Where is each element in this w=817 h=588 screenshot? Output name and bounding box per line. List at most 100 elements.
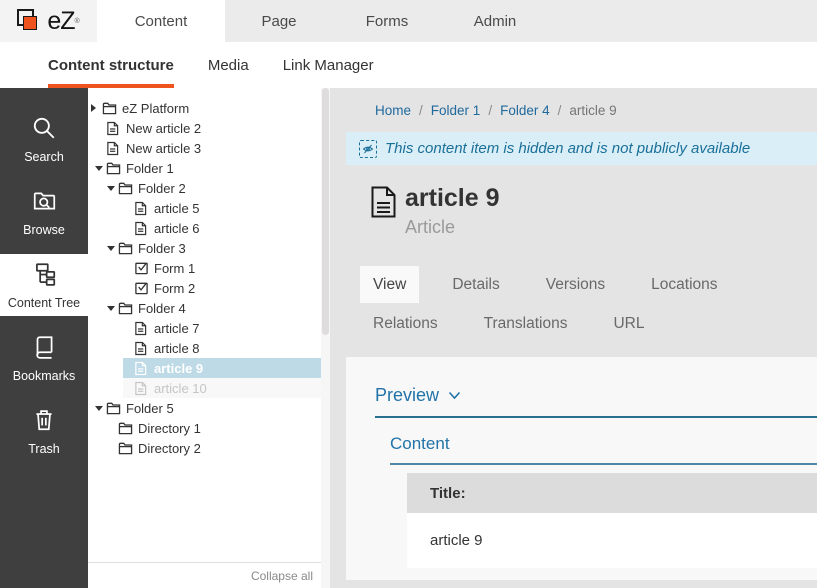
page-header: article 9 Article (370, 183, 817, 238)
tree-item-article-9[interactable]: article 9 (123, 358, 321, 378)
ez-logo[interactable]: eZ ® (0, 0, 97, 42)
browse-icon (31, 188, 58, 223)
article-icon (106, 141, 121, 156)
sidebar-item-search[interactable]: Search (0, 108, 88, 170)
tab-details[interactable]: Details (439, 266, 512, 303)
tree-item-label: Folder 1 (126, 161, 174, 176)
sidebar-item-trash[interactable]: Trash (0, 400, 88, 462)
field-value: article 9 (407, 513, 817, 568)
tree-item-article-5[interactable]: article 5 (123, 198, 321, 218)
breadcrumb-separator: / (419, 103, 423, 118)
top-bar: eZ ® ContentPageFormsAdmin (0, 0, 817, 42)
tree-item-ez-platform[interactable]: eZ Platform (91, 98, 321, 118)
tree-scrollbar-thumb[interactable] (322, 88, 329, 335)
content-tree-list: eZ Platform New article 2 New article 3 Fol… (88, 98, 330, 458)
page-title-block: article 9 Article (405, 183, 500, 238)
tree-item-label: Folder 2 (138, 181, 186, 196)
search-icon (31, 115, 57, 150)
content-fieldgroup-heading: Content (390, 434, 817, 454)
tree-item-label: Folder 3 (138, 241, 186, 256)
tab-translations[interactable]: Translations (471, 305, 581, 342)
tree-item-folder-3[interactable]: Folder 3 (107, 238, 321, 258)
folder-icon (102, 101, 117, 115)
tree-expanded-arrow-icon[interactable] (107, 246, 118, 251)
tree-expanded-arrow-icon[interactable] (107, 306, 118, 311)
secondary-tab-link-manager[interactable]: Link Manager (283, 42, 374, 88)
content-tab-bar: View Details Versions Locations Relations Tra… (360, 266, 817, 342)
body-row: Search Browse Content Tree Bookmarks Trash e… (0, 88, 817, 588)
tab-relations[interactable]: Relations (360, 305, 451, 342)
bookmarks-icon (31, 334, 57, 369)
tree-item-form-2[interactable]: Form 2 (123, 278, 321, 298)
breadcrumb-separator: / (488, 103, 492, 118)
hidden-notice-text: This content item is hidden and is not p… (385, 140, 750, 157)
article-icon (134, 381, 149, 396)
tree-item-label: article 6 (154, 221, 200, 236)
breadcrumb-link-folder-4[interactable]: Folder 4 (500, 103, 550, 118)
form-icon (134, 281, 149, 295)
secondary-nav: Content structure Media Link Manager (0, 42, 817, 88)
primary-tab-page[interactable]: Page (225, 0, 333, 42)
sidebar-item-browse[interactable]: Browse (0, 181, 88, 243)
secondary-tab-media[interactable]: Media (208, 42, 249, 88)
preview-toggle[interactable]: Preview (375, 385, 817, 406)
content-divider (390, 463, 817, 465)
trash-icon (31, 407, 57, 442)
tree-item-label: Directory 1 (138, 421, 201, 436)
sidebar-item-label: Search (24, 150, 64, 164)
tree-item-form-1[interactable]: Form 1 (123, 258, 321, 278)
sidebar-item-bookmarks[interactable]: Bookmarks (0, 327, 88, 389)
article-icon (106, 121, 121, 136)
tree-item-label: Form 2 (154, 281, 195, 296)
sidebar-item-content-tree[interactable]: Content Tree (0, 254, 88, 316)
tree-item-folder-1[interactable]: Folder 1 (95, 158, 321, 178)
folder-icon (118, 181, 133, 195)
tree-item-folder-4[interactable]: Folder 4 (107, 298, 321, 318)
tab-url[interactable]: URL (600, 305, 657, 342)
tree-item-label: Folder 5 (126, 401, 174, 416)
tab-view[interactable]: View (360, 266, 419, 303)
folder-icon (106, 401, 121, 415)
article-icon (134, 201, 149, 216)
tree-item-label: article 10 (154, 381, 207, 396)
collapse-all-button[interactable]: Collapse all (251, 569, 313, 583)
tree-item-label: New article 3 (126, 141, 201, 156)
tree-item-directory-2[interactable]: Directory 2 (107, 438, 321, 458)
left-sidebar: Search Browse Content Tree Bookmarks Trash (0, 88, 88, 588)
tree-item-label: article 9 (154, 361, 203, 376)
primary-tab-forms[interactable]: Forms (333, 0, 441, 42)
breadcrumb-current: article 9 (569, 103, 616, 118)
tree-expanded-arrow-icon[interactable] (95, 166, 106, 171)
secondary-tab-content-structure[interactable]: Content structure (48, 42, 174, 88)
breadcrumb-link-folder-1[interactable]: Folder 1 (431, 103, 481, 118)
tree-item-new-article-3[interactable]: New article 3 (95, 138, 321, 158)
tree-item-directory-1[interactable]: Directory 1 (107, 418, 321, 438)
tree-item-label: New article 2 (126, 121, 201, 136)
tree-expanded-arrow-icon[interactable] (95, 406, 106, 411)
tree-item-folder-5[interactable]: Folder 5 (95, 398, 321, 418)
breadcrumb-separator: / (558, 103, 562, 118)
hidden-content-notice: This content item is hidden and is not p… (346, 132, 817, 165)
tree-item-article-8[interactable]: article 8 (123, 338, 321, 358)
tree-item-article-10[interactable]: article 10 (123, 378, 321, 398)
tree-item-folder-2[interactable]: Folder 2 (107, 178, 321, 198)
main-content: Home / Folder 1 / Folder 4 / article 9 This co… (330, 88, 817, 588)
tree-item-article-7[interactable]: article 7 (123, 318, 321, 338)
content-fieldgroup: Content Title: article 9 (390, 434, 817, 568)
breadcrumb-link-home[interactable]: Home (375, 103, 411, 118)
primary-tab-admin[interactable]: Admin (441, 0, 549, 42)
tree-scrollbar[interactable] (321, 88, 330, 588)
tree-item-label: article 8 (154, 341, 200, 356)
tree-item-label: article 5 (154, 201, 200, 216)
preview-divider (375, 416, 817, 418)
preview-heading: Preview (375, 385, 439, 406)
tree-expanded-arrow-icon[interactable] (107, 186, 118, 191)
hidden-eye-icon (359, 140, 377, 158)
tree-item-article-6[interactable]: article 6 (123, 218, 321, 238)
tree-collapsed-arrow-icon[interactable] (91, 104, 102, 112)
tree-item-new-article-2[interactable]: New article 2 (95, 118, 321, 138)
primary-tab-content[interactable]: Content (97, 0, 225, 42)
article-icon (134, 361, 149, 376)
tab-locations[interactable]: Locations (638, 266, 730, 303)
tab-versions[interactable]: Versions (533, 266, 618, 303)
